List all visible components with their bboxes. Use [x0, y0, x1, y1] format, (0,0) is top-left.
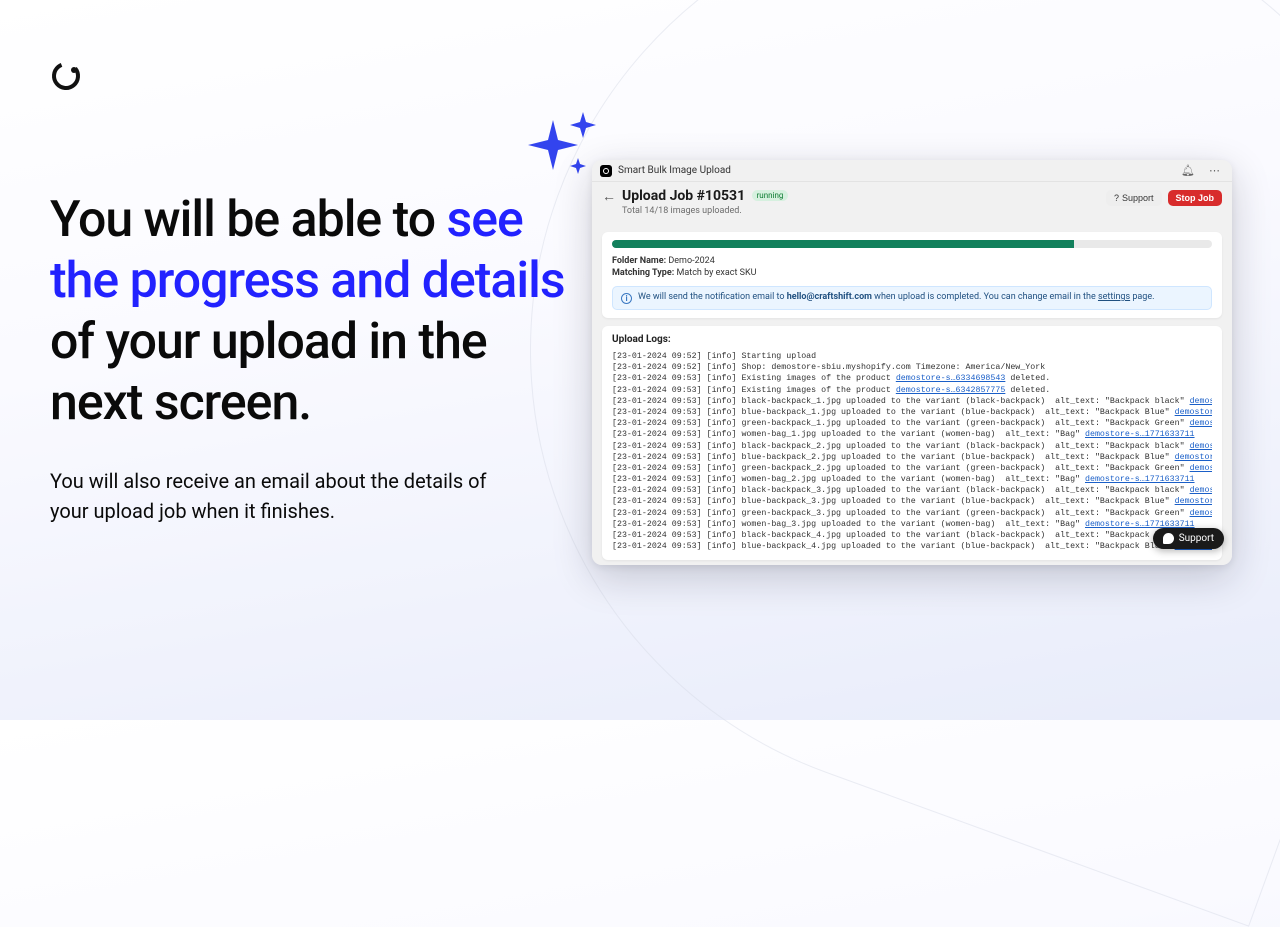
log-link[interactable]: demostore-s…1771633711 — [1085, 475, 1195, 484]
log-link[interactable]: demostore-s…1757871151 — [1175, 408, 1212, 417]
info-email: hello@craftshift.com — [787, 292, 872, 302]
info-icon: i — [621, 293, 632, 304]
status-badge: running — [752, 190, 789, 201]
more-icon[interactable]: ⋯ — [1205, 164, 1224, 177]
log-link[interactable]: demostore-s…17579039 — [1190, 442, 1212, 451]
support-button[interactable]: ?Support — [1106, 190, 1162, 206]
log-link[interactable]: demostore-s…1771633711 — [1085, 430, 1195, 439]
log-link[interactable]: demostore-s…6342857775 — [896, 386, 1006, 395]
matching-value: Match by exact SKU — [677, 268, 757, 278]
log-link[interactable]: demostore-s…1757871151 — [1175, 497, 1212, 506]
help-icon: ? — [1114, 193, 1119, 203]
progress-card: Folder Name: Demo-2024 Matching Type: Ma… — [602, 232, 1222, 318]
folder-value: Demo-2024 — [668, 256, 714, 266]
progress-fill — [612, 240, 1074, 248]
log-link[interactable]: demostore-s…1757871151 — [1175, 453, 1212, 462]
brand-logo — [50, 60, 82, 92]
sparkle-icon — [528, 110, 598, 180]
info-banner: i We will send the notification email to… — [612, 286, 1212, 310]
logs-title: Upload Logs: — [612, 334, 1212, 345]
app-title: Smart Bulk Image Upload — [618, 165, 731, 176]
chat-bubble-icon — [1163, 533, 1174, 544]
titlebar: Smart Bulk Image Upload 🔔︎ ⋯ — [592, 160, 1232, 182]
headline-post: of your upload in the next screen. — [50, 313, 487, 432]
bell-icon[interactable]: 🔔︎ — [1177, 164, 1199, 177]
headline-pre: You will be able to — [50, 191, 447, 249]
progress-bar — [612, 240, 1212, 248]
support-chat-button[interactable]: Support — [1153, 528, 1224, 549]
log-link[interactable]: demostore-s…17578383 — [1190, 464, 1212, 473]
logs-output: [23-01-2024 09:52] [info] Starting uploa… — [612, 351, 1212, 552]
app-window: Smart Bulk Image Upload 🔔︎ ⋯ ← Upload Jo… — [592, 160, 1232, 565]
log-link[interactable]: demostore-s…17578383 — [1190, 509, 1212, 518]
log-link[interactable]: demostore-s…17578383 — [1190, 419, 1212, 428]
logs-card: Upload Logs: [23-01-2024 09:52] [info] S… — [602, 326, 1222, 560]
subtext: You will also receive an email about the… — [50, 466, 510, 526]
log-link[interactable]: demostore-s…17579039 — [1190, 397, 1212, 406]
log-link[interactable]: demostore-s…6334698543 — [896, 374, 1006, 383]
settings-link[interactable]: settings — [1098, 292, 1130, 302]
job-subtitle: Total 14/18 images uploaded. — [622, 206, 788, 216]
matching-label: Matching Type: — [612, 268, 674, 278]
page-title: Upload Job #10531 — [622, 188, 745, 204]
back-button[interactable]: ← — [602, 190, 616, 204]
headline: You will be able to see the progress and… — [50, 190, 570, 434]
page-header: ← Upload Job #10531 running Total 14/18 … — [592, 182, 1232, 224]
stop-job-button[interactable]: Stop Job — [1168, 190, 1223, 206]
folder-label: Folder Name: — [612, 256, 666, 266]
app-logo-icon — [600, 165, 612, 177]
log-link[interactable]: demostore-s…17579039 — [1190, 486, 1212, 495]
